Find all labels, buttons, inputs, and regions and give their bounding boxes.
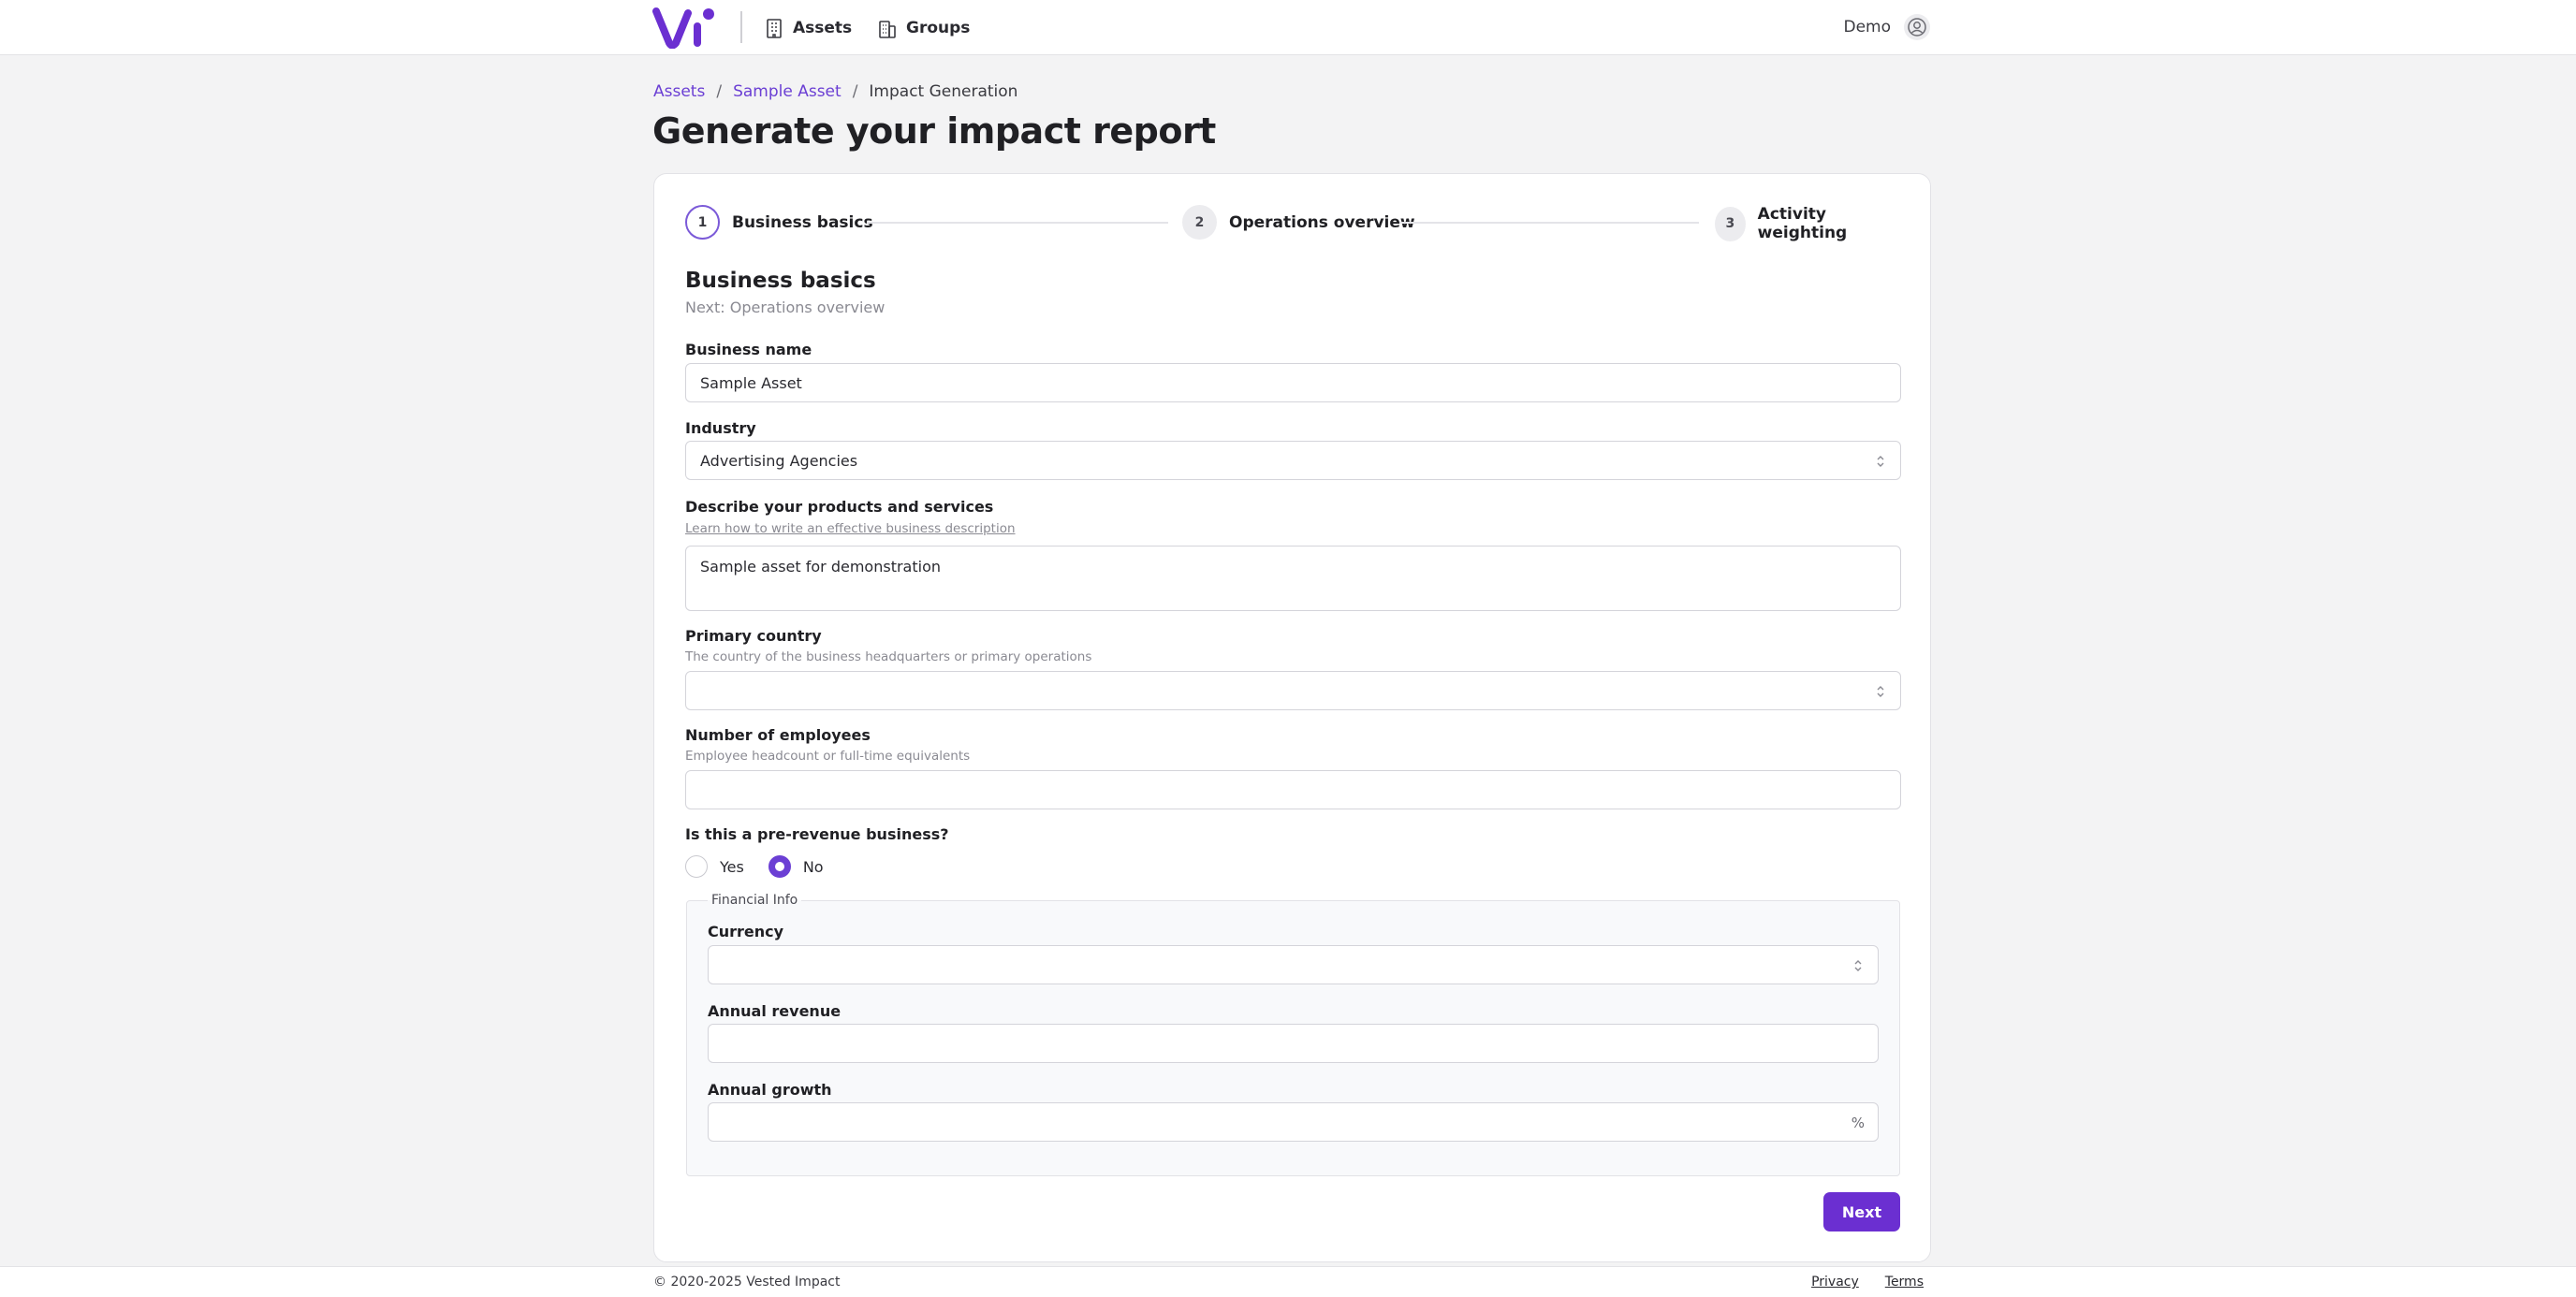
nav-groups-label: Groups: [906, 19, 971, 37]
step-label: Business basics: [732, 212, 873, 232]
pre-revenue-label: Is this a pre-revenue business?: [685, 825, 949, 843]
select-caret-icon: [1877, 686, 1884, 697]
step-number: 2: [1182, 205, 1217, 240]
description-textarea[interactable]: Sample asset for demonstration: [685, 546, 1901, 611]
breadcrumb-assets[interactable]: Assets: [653, 82, 705, 101]
currency-select[interactable]: [708, 945, 1879, 984]
description-value: Sample asset for demonstration: [700, 558, 941, 576]
footer: © 2020-2025 Vested Impact Privacy Terms: [0, 1266, 2576, 1297]
footer-copyright: © 2020-2025 Vested Impact: [653, 1275, 841, 1290]
buildings-icon: [879, 21, 896, 38]
vested-impact-logo-icon[interactable]: [652, 6, 718, 49]
section-subtitle: Next: Operations overview: [685, 299, 886, 316]
breadcrumb-current: Impact Generation: [869, 82, 1018, 101]
building-icon: [767, 19, 782, 38]
employees-label: Number of employees: [685, 726, 871, 744]
step-business-basics[interactable]: 1 Business basics: [685, 205, 873, 240]
business-name-label: Business name: [685, 341, 812, 358]
financial-info-legend: Financial Info: [708, 893, 802, 908]
employees-input[interactable]: [685, 770, 1901, 809]
primary-country-help: The country of the business headquarters…: [685, 649, 1092, 664]
pre-revenue-radio-group: Yes No: [685, 855, 848, 878]
annual-growth-input[interactable]: %: [708, 1102, 1879, 1142]
nav-assets-label: Assets: [793, 19, 853, 37]
annual-revenue-label: Annual revenue: [708, 1002, 842, 1020]
select-caret-icon: [1854, 960, 1862, 971]
footer-terms-link[interactable]: Terms: [1885, 1275, 1924, 1290]
user-circle-icon[interactable]: [1904, 14, 1930, 40]
breadcrumb-sample-asset[interactable]: Sample Asset: [733, 82, 842, 101]
description-label: Describe your products and services: [685, 498, 994, 516]
description-help-link[interactable]: Learn how to write an effective business…: [685, 521, 1016, 536]
logo-divider: [740, 11, 742, 43]
annual-growth-label: Annual growth: [708, 1081, 832, 1099]
user-menu[interactable]: Demo: [1843, 14, 1930, 40]
nav-groups[interactable]: Groups: [878, 15, 970, 41]
section-title: Business basics: [685, 269, 876, 293]
primary-country-select[interactable]: [685, 671, 1901, 710]
user-name: Demo: [1843, 18, 1891, 36]
industry-select[interactable]: Advertising Agencies: [685, 441, 1901, 480]
industry-value: Advertising Agencies: [700, 451, 858, 470]
step-number: 1: [685, 205, 720, 240]
radio-label-yes[interactable]: Yes: [720, 858, 744, 876]
employees-help: Employee headcount or full-time equivale…: [685, 749, 971, 764]
percent-suffix: %: [1851, 1115, 1865, 1131]
primary-country-label: Primary country: [685, 627, 822, 645]
impact-form-card: 1 Business basics 2 Operations overview …: [653, 173, 1931, 1262]
pre-revenue-yes-radio[interactable]: [685, 855, 708, 878]
annual-revenue-input[interactable]: [708, 1024, 1879, 1063]
next-button[interactable]: Next: [1823, 1192, 1900, 1231]
currency-label: Currency: [708, 923, 784, 940]
step-label: Operations overview: [1229, 212, 1415, 232]
breadcrumb: Assets / Sample Asset / Impact Generatio…: [653, 82, 1017, 101]
footer-privacy-link[interactable]: Privacy: [1811, 1275, 1859, 1290]
step-activity-weighting[interactable]: 3 Activity weighting: [1715, 205, 1902, 242]
step-operations-overview[interactable]: 2 Operations overview: [1182, 205, 1415, 240]
radio-label-no[interactable]: No: [803, 858, 824, 876]
step-connector: [1399, 222, 1699, 224]
footer-links: Privacy Terms: [1811, 1275, 1924, 1290]
step-number: 3: [1715, 206, 1746, 241]
nav-assets[interactable]: Assets: [765, 15, 852, 41]
select-caret-icon: [1877, 456, 1884, 467]
business-name-input[interactable]: Sample Asset: [685, 363, 1901, 402]
business-name-value: Sample Asset: [700, 373, 802, 392]
stepper: 1 Business basics 2 Operations overview …: [685, 205, 1902, 242]
financial-info-fieldset: Financial Info Currency Annual revenue A…: [686, 893, 1900, 1176]
breadcrumb-separator: /: [852, 82, 858, 101]
breadcrumb-separator: /: [716, 82, 723, 101]
page-title: Generate your impact report: [652, 110, 1216, 152]
industry-label: Industry: [685, 419, 756, 437]
step-connector: [867, 222, 1168, 224]
pre-revenue-no-radio[interactable]: [768, 855, 791, 878]
top-navigation-bar: Assets Groups Demo: [0, 0, 2576, 55]
step-label: Activity weighting: [1757, 205, 1848, 242]
